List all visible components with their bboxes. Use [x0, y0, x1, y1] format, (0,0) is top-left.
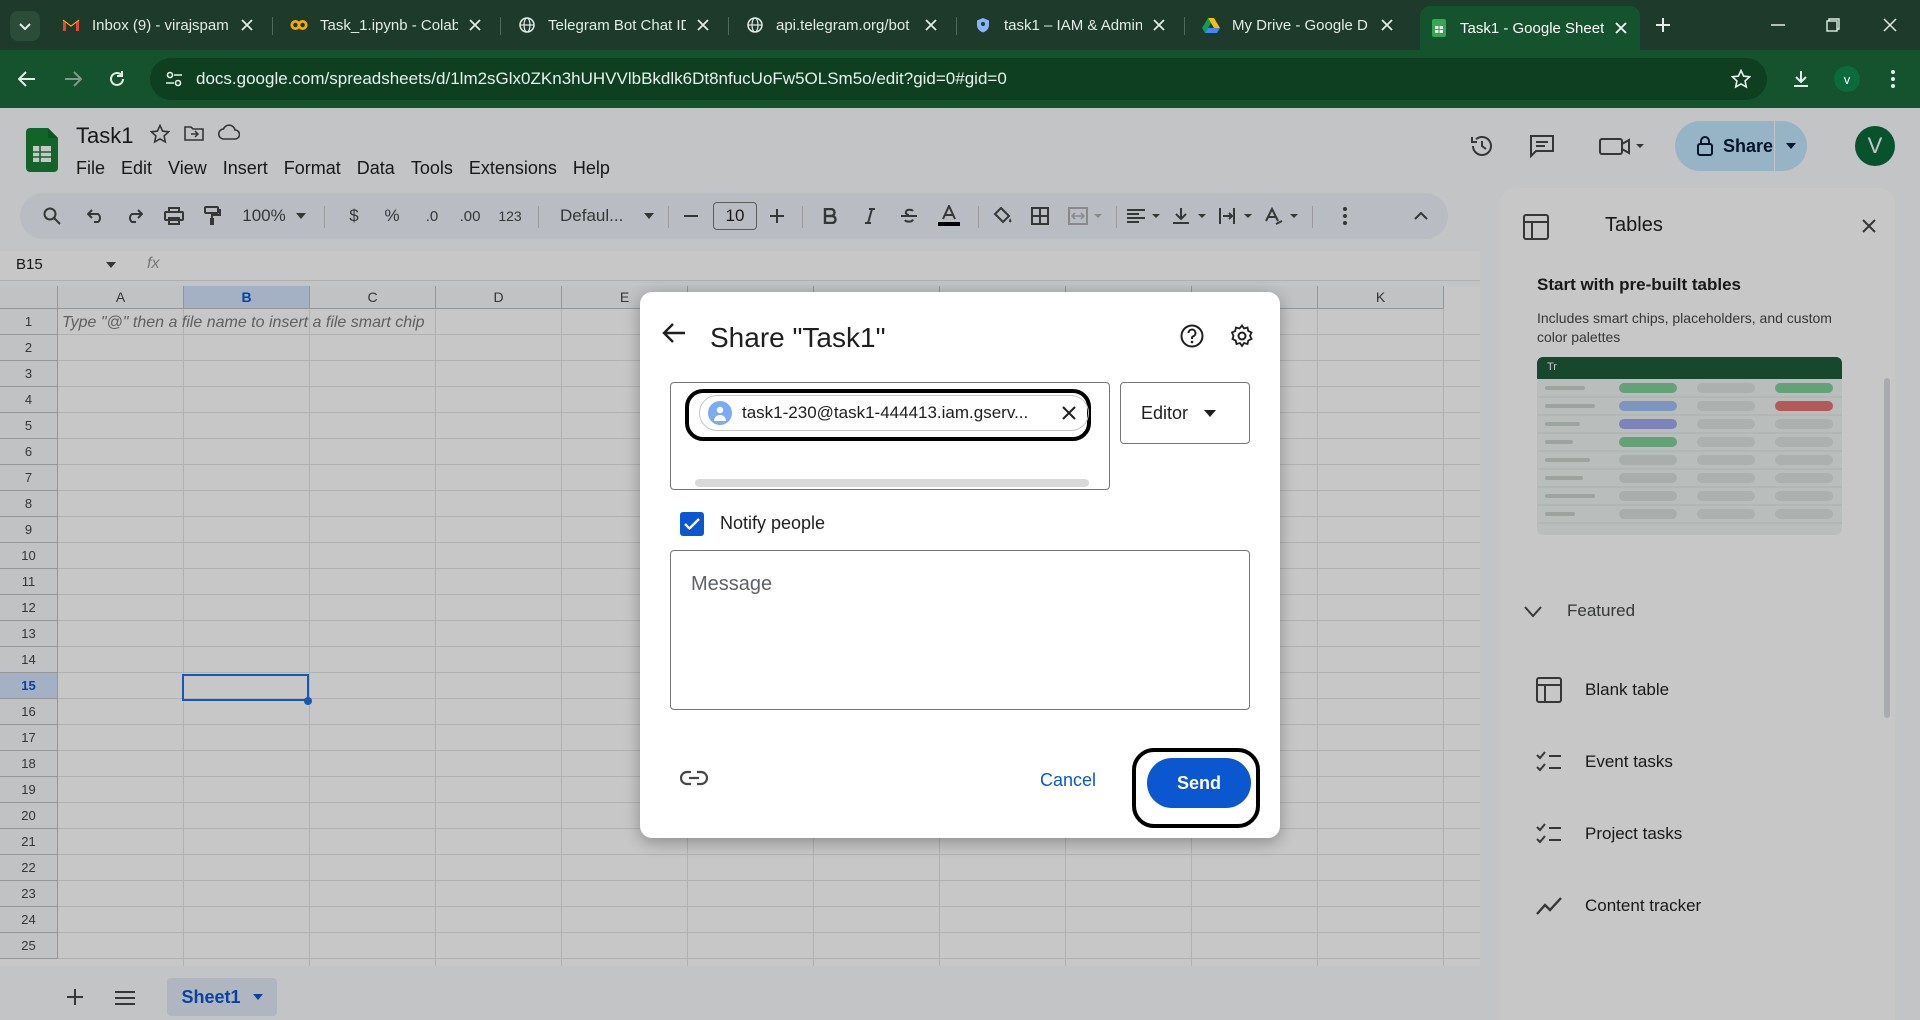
browser-tab-colab[interactable]: Task_1.ipynb - Colab — [280, 8, 494, 42]
message-field[interactable] — [670, 550, 1250, 710]
browser-tab-strip: Inbox (9) - virajspam Task_1.ipynb - Col… — [0, 0, 1920, 50]
browser-toolbar: docs.google.com/spreadsheets/d/1lm2sGlx0… — [0, 50, 1920, 108]
drive-icon — [1202, 16, 1220, 34]
colab-icon — [290, 16, 308, 34]
browser-tab-telegram-chat-id[interactable]: Telegram Bot Chat ID — [508, 8, 722, 42]
close-tab-icon[interactable] — [1150, 16, 1168, 34]
close-tab-icon[interactable] — [466, 16, 484, 34]
address-bar[interactable]: docs.google.com/spreadsheets/d/1lm2sGlx0… — [150, 58, 1767, 100]
dialog-title: Share "Task1" — [710, 322, 886, 353]
tab-divider — [500, 17, 501, 35]
minimize-button[interactable] — [1765, 12, 1791, 38]
tab-divider — [272, 17, 273, 35]
close-tab-icon[interactable] — [922, 16, 940, 34]
tab-title: Task1 - Google Sheet — [1460, 19, 1604, 37]
tab-search-button[interactable] — [10, 11, 40, 41]
close-tab-icon[interactable] — [694, 16, 712, 34]
tab-title: task1 – IAM & Admin — [1004, 16, 1142, 34]
restore-button[interactable] — [1820, 12, 1846, 38]
arrow-right-icon — [65, 71, 82, 87]
back-arrow-icon[interactable] — [662, 322, 686, 344]
caret-down-icon — [1204, 409, 1217, 417]
add-people-input[interactable]: task1-230@task1-444413.iam.gserv... — [670, 382, 1110, 490]
help-icon[interactable] — [1180, 324, 1204, 348]
browser-tab-telegram-api[interactable]: api.telegram.org/bot — [736, 8, 950, 42]
tab-divider — [728, 17, 729, 35]
browser-profile-avatar[interactable]: v — [1834, 66, 1860, 92]
arrow-left-icon — [18, 71, 35, 87]
gmail-icon — [62, 16, 80, 34]
tab-divider — [956, 17, 957, 35]
tab-title: Task_1.ipynb - Colab — [320, 16, 458, 34]
role-value: Editor — [1141, 402, 1189, 423]
kebab-menu-icon — [1891, 70, 1895, 88]
new-tab-button[interactable] — [1650, 12, 1676, 38]
checkmark-icon — [684, 518, 700, 530]
remove-recipient-icon[interactable] — [1058, 402, 1080, 424]
browser-tab-iam[interactable]: task1 – IAM & Admin — [964, 8, 1178, 42]
notify-people-label[interactable]: Notify people — [720, 513, 825, 534]
download-icon — [1794, 71, 1808, 87]
person-icon — [708, 401, 732, 425]
role-select[interactable]: Editor — [1120, 382, 1250, 444]
chevron-down-icon — [19, 23, 31, 31]
url-text: docs.google.com/spreadsheets/d/1lm2sGlx0… — [196, 69, 1007, 88]
close-icon — [1883, 18, 1897, 32]
close-window-button[interactable] — [1877, 12, 1903, 38]
sheets-icon — [1430, 19, 1448, 37]
restore-icon — [1826, 18, 1840, 32]
share-dialog: Share "Task1" task1-230@task1-444413.iam… — [640, 292, 1280, 838]
browser-tab-drive[interactable]: My Drive - Google D — [1192, 8, 1406, 42]
bookmark-star-icon[interactable] — [1731, 69, 1751, 89]
reload-icon — [110, 71, 124, 86]
close-tab-icon[interactable] — [1378, 16, 1396, 34]
browser-menu-button[interactable] — [1880, 66, 1906, 92]
gear-icon[interactable] — [1230, 324, 1254, 348]
tab-title: Inbox (9) - virajspam — [92, 16, 229, 34]
browser-tab-gmail[interactable]: Inbox (9) - virajspam — [52, 8, 266, 42]
send-button[interactable]: Send — [1147, 758, 1251, 808]
notify-people-checkbox[interactable] — [680, 512, 704, 536]
close-tab-icon[interactable] — [1612, 19, 1630, 37]
shield-icon — [974, 16, 992, 34]
forward-button[interactable] — [60, 66, 86, 92]
close-tab-icon[interactable] — [238, 16, 256, 34]
globe-icon — [746, 16, 764, 34]
site-info-icon[interactable] — [164, 69, 184, 89]
reload-button[interactable] — [104, 66, 130, 92]
tab-title: api.telegram.org/bot — [776, 16, 910, 34]
tab-title: Telegram Bot Chat ID — [548, 16, 686, 34]
cancel-button[interactable]: Cancel — [1040, 770, 1096, 791]
plus-icon — [1656, 18, 1670, 32]
recipient-chip[interactable]: task1-230@task1-444413.iam.gserv... — [699, 395, 1089, 431]
downloads-button[interactable] — [1788, 66, 1814, 92]
minimize-icon — [1771, 24, 1785, 26]
horizontal-scrollbar[interactable] — [695, 479, 1089, 487]
browser-tab-sheets-active[interactable]: Task1 - Google Sheet — [1420, 6, 1640, 50]
copy-link-icon[interactable] — [680, 770, 708, 786]
recipient-email: task1-230@task1-444413.iam.gserv... — [742, 403, 1029, 422]
tab-divider — [1184, 17, 1185, 35]
tab-title: My Drive - Google D — [1232, 16, 1368, 34]
globe-icon — [518, 16, 536, 34]
back-button[interactable] — [14, 66, 40, 92]
